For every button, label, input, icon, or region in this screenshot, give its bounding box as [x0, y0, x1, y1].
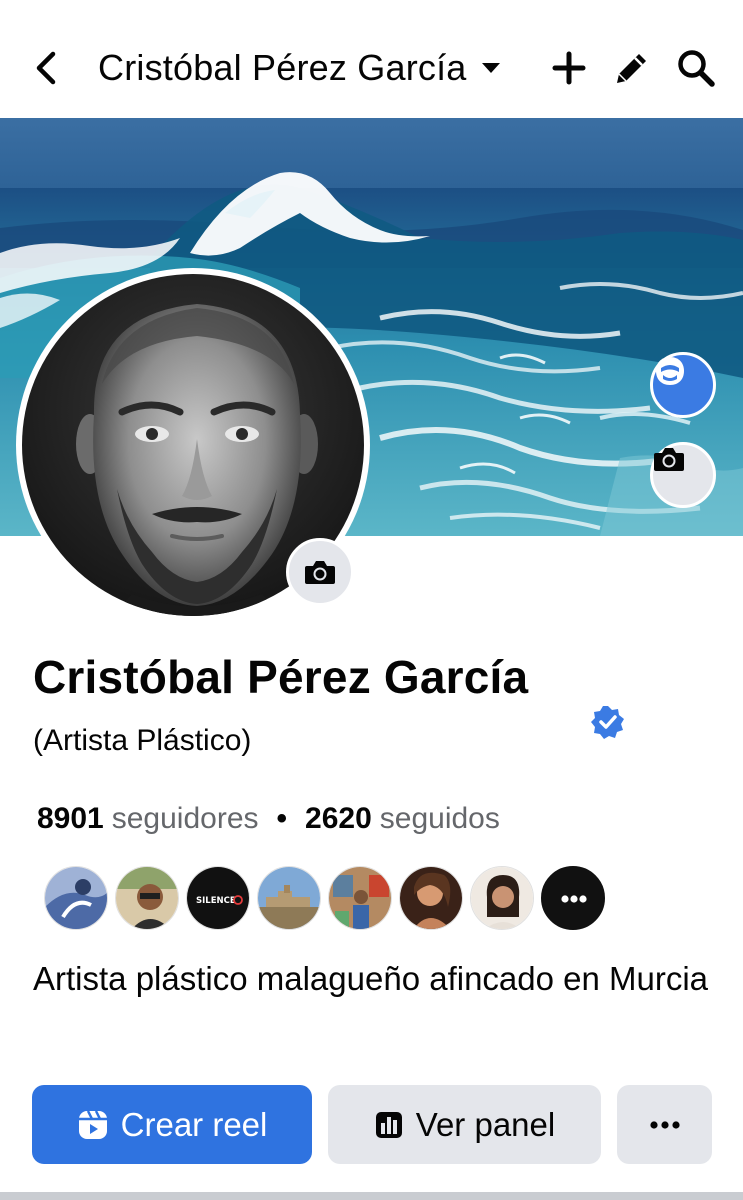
followers-count: 8901 — [37, 802, 104, 835]
more-followers-button[interactable] — [541, 866, 605, 930]
stats-separator: • — [276, 802, 288, 835]
section-divider — [0, 1192, 743, 1200]
camera-icon — [654, 448, 684, 471]
edit-button[interactable] — [604, 38, 660, 98]
profile-bio: Artista plástico malagueño afincado en M… — [33, 960, 709, 997]
silence-brand-text: SILENCE — [196, 896, 236, 906]
pencil-icon — [617, 54, 646, 83]
create-reel-label: Crear reel — [120, 1105, 268, 1143]
more-horizontal-icon — [649, 1120, 680, 1129]
follower-avatar[interactable] — [44, 866, 108, 930]
header-title: Cristóbal Pérez García — [98, 47, 467, 88]
create-reel-button[interactable]: Crear reel — [32, 1085, 312, 1164]
search-button[interactable] — [668, 38, 724, 98]
search-icon — [678, 50, 715, 87]
following-count: 2620 — [305, 802, 372, 835]
verified-badge-icon — [591, 706, 624, 739]
follower-avatar[interactable]: SILENCE — [186, 866, 250, 930]
profile-subtitle: (Artista Plástico) — [33, 724, 252, 757]
follower-avatar[interactable] — [399, 866, 463, 930]
reel-icon — [78, 1109, 107, 1139]
edit-profile-picture-camera-button[interactable] — [286, 538, 354, 606]
edit-cover-camera-button[interactable] — [650, 442, 716, 508]
caret-down-icon — [481, 63, 500, 73]
back-button[interactable] — [18, 38, 74, 98]
plus-icon — [552, 51, 586, 85]
profile-switcher[interactable]: Cristóbal Pérez García — [98, 40, 501, 96]
follower-avatar[interactable] — [115, 866, 179, 930]
add-button[interactable] — [541, 38, 597, 98]
following-stat[interactable]: 2620 seguidos — [305, 802, 500, 836]
follower-avatar[interactable] — [470, 866, 534, 930]
followers-stat[interactable]: 8901 seguidores — [37, 802, 259, 836]
more-options-button[interactable] — [617, 1085, 712, 1164]
top-header: Cristóbal Pérez García — [0, 0, 743, 118]
avatar-button[interactable] — [650, 352, 716, 418]
following-label: seguidos — [379, 802, 500, 835]
followers-label: seguidores — [111, 802, 259, 835]
follower-avatar[interactable] — [257, 866, 321, 930]
camera-icon — [305, 561, 335, 584]
view-dashboard-button[interactable]: Ver panel — [328, 1085, 601, 1164]
bar-chart-icon — [375, 1111, 402, 1138]
follower-avatar[interactable] — [328, 866, 392, 930]
chevron-left-icon — [36, 51, 56, 85]
more-horizontal-icon — [561, 895, 587, 903]
view-dashboard-label: Ver panel — [415, 1105, 556, 1143]
avatar-icon — [656, 357, 684, 385]
follow-stats: 8901 seguidores • 2620 seguidos — [37, 802, 500, 836]
profile-name: Cristóbal Pérez García — [33, 651, 529, 703]
